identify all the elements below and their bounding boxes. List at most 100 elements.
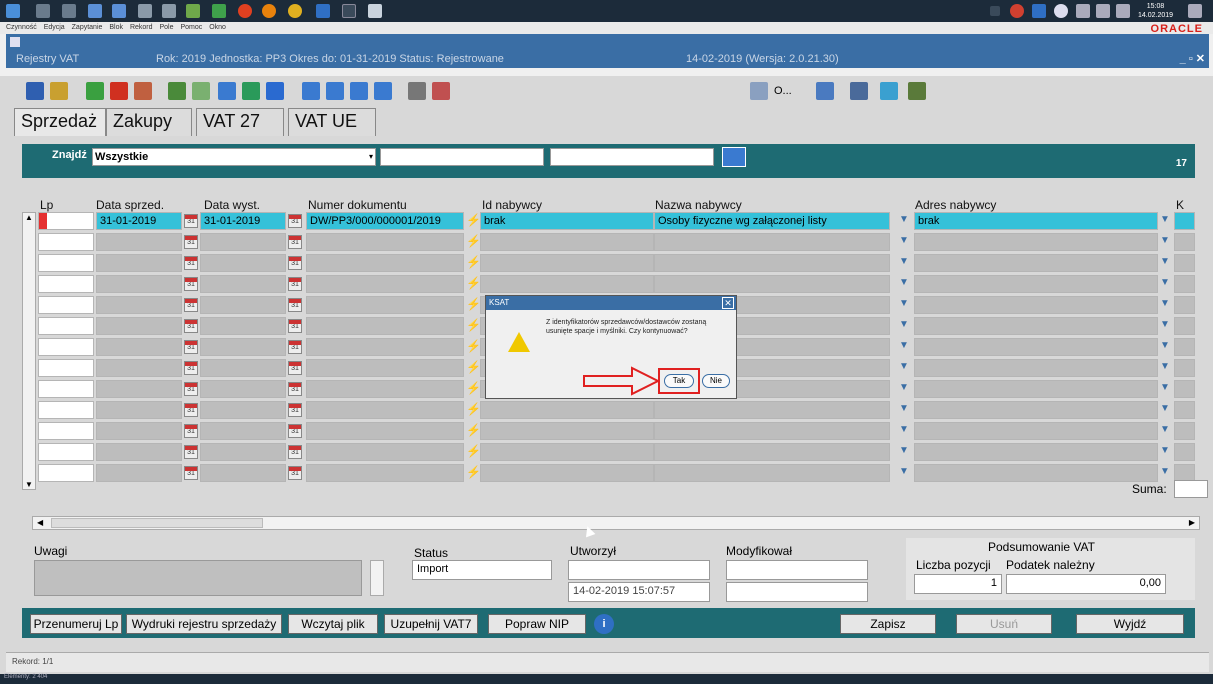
cell-data-wyst[interactable] bbox=[200, 401, 286, 419]
cell-data-wyst[interactable] bbox=[200, 380, 286, 398]
cell-nazwa[interactable] bbox=[654, 443, 890, 461]
tab-vat27[interactable]: VAT 27 bbox=[196, 108, 284, 136]
cell-numer[interactable] bbox=[306, 317, 464, 335]
calendar-icon[interactable]: 31 bbox=[288, 466, 302, 480]
cell-numer[interactable] bbox=[306, 380, 464, 398]
close-icon[interactable]: ✕ bbox=[722, 297, 734, 309]
cell-id-nabywcy[interactable] bbox=[480, 233, 654, 251]
chevron-down-icon[interactable]: ▼ bbox=[899, 422, 909, 438]
tray-icon[interactable] bbox=[1010, 4, 1024, 18]
cell-lp[interactable] bbox=[38, 296, 94, 314]
menu-item[interactable]: Edycja bbox=[44, 24, 65, 31]
cell-lp[interactable] bbox=[38, 422, 94, 440]
chevron-down-icon[interactable]: ▼ bbox=[899, 464, 909, 480]
tray-icon[interactable] bbox=[1076, 4, 1090, 18]
app-icon[interactable] bbox=[88, 4, 102, 18]
cell-data-wyst[interactable] bbox=[200, 443, 286, 461]
calendar-icon[interactable]: 31 bbox=[184, 403, 198, 417]
calendar-icon[interactable]: 31 bbox=[288, 340, 302, 354]
cell-k10[interactable] bbox=[1174, 212, 1195, 230]
cell-nazwa[interactable] bbox=[654, 464, 890, 482]
lightning-icon[interactable]: ⚡ bbox=[466, 317, 481, 333]
chevron-down-icon[interactable]: ▼ bbox=[1160, 359, 1170, 375]
chevron-down-icon[interactable]: ▼ bbox=[1160, 296, 1170, 312]
notification-icon[interactable] bbox=[1188, 4, 1202, 18]
calendar-icon[interactable]: 31 bbox=[288, 235, 302, 249]
add-record-icon[interactable] bbox=[86, 82, 104, 100]
calendar-icon[interactable]: 31 bbox=[288, 214, 302, 228]
chevron-down-icon[interactable]: ▼ bbox=[899, 359, 909, 375]
cell-numer[interactable] bbox=[306, 359, 464, 377]
cell-data-wyst[interactable] bbox=[200, 296, 286, 314]
calendar-icon[interactable]: 31 bbox=[288, 277, 302, 291]
cell-k10[interactable] bbox=[1174, 443, 1195, 461]
clear-field-icon[interactable] bbox=[168, 82, 186, 100]
chevron-down-icon[interactable]: ▼ bbox=[1160, 443, 1170, 459]
wyjdz-button[interactable]: Wyjdź bbox=[1076, 614, 1184, 634]
cell-data-sprzed[interactable] bbox=[96, 359, 182, 377]
lightning-icon[interactable]: ⚡ bbox=[466, 296, 481, 312]
cell-data-sprzed[interactable] bbox=[96, 275, 182, 293]
chevron-down-icon[interactable]: ▼ bbox=[1160, 212, 1170, 228]
tab-zakupy[interactable]: Zakupy bbox=[106, 108, 192, 136]
cell-data-wyst[interactable] bbox=[200, 359, 286, 377]
chevron-down-icon[interactable]: ▼ bbox=[899, 317, 909, 333]
cell-lp[interactable] bbox=[38, 401, 94, 419]
save-icon[interactable] bbox=[26, 82, 44, 100]
cell-k10[interactable] bbox=[1174, 338, 1195, 356]
cell-data-sprzed[interactable] bbox=[96, 296, 182, 314]
cell-k10[interactable] bbox=[1174, 296, 1195, 314]
menu-item[interactable]: Blok bbox=[109, 24, 123, 31]
cell-data-wyst[interactable] bbox=[200, 338, 286, 356]
cell-data-wyst[interactable] bbox=[200, 275, 286, 293]
wydruki-button[interactable]: Wydruki rejestru sprzedaży bbox=[126, 614, 282, 634]
cell-adres[interactable] bbox=[914, 422, 1158, 440]
query-icon[interactable] bbox=[218, 82, 236, 100]
clear-record-icon[interactable] bbox=[134, 82, 152, 100]
cell-adres[interactable] bbox=[914, 380, 1158, 398]
cell-k10[interactable] bbox=[1174, 401, 1195, 419]
chevron-down-icon[interactable]: ▼ bbox=[899, 212, 909, 228]
chevron-down-icon[interactable]: ▼ bbox=[1160, 275, 1170, 291]
clock[interactable]: 15:08 14.02.2019 bbox=[1138, 2, 1173, 20]
cell-id-nabywcy[interactable]: brak bbox=[480, 212, 654, 230]
previous-record-icon[interactable] bbox=[326, 82, 344, 100]
cell-data-wyst[interactable] bbox=[200, 422, 286, 440]
cell-nazwa[interactable] bbox=[654, 233, 890, 251]
chevron-down-icon[interactable]: ▼ bbox=[1160, 380, 1170, 396]
execute-query-icon[interactable] bbox=[242, 82, 260, 100]
calendar-icon[interactable]: 31 bbox=[288, 445, 302, 459]
lightning-icon[interactable]: ⚡ bbox=[466, 254, 481, 270]
table-row[interactable]: 31 31 ⚡ ▼ ▼ bbox=[22, 464, 1195, 482]
info-icon[interactable]: i bbox=[594, 614, 614, 634]
cell-numer[interactable]: DW/PP3/000/000001/2019 bbox=[306, 212, 464, 230]
cell-id-nabywcy[interactable] bbox=[480, 443, 654, 461]
cell-numer[interactable] bbox=[306, 401, 464, 419]
lightning-icon[interactable]: ⚡ bbox=[466, 443, 481, 459]
chevron-down-icon[interactable]: ▼ bbox=[899, 233, 909, 249]
close-form-icon[interactable] bbox=[908, 82, 926, 100]
chevron-down-icon[interactable]: ▼ bbox=[1160, 401, 1170, 417]
firefox-icon[interactable] bbox=[262, 4, 276, 18]
chrome-icon[interactable] bbox=[288, 4, 302, 18]
calendar-icon[interactable]: 31 bbox=[184, 361, 198, 375]
cell-lp[interactable] bbox=[38, 464, 94, 482]
cell-k10[interactable] bbox=[1174, 254, 1195, 272]
lightning-icon[interactable]: ⚡ bbox=[466, 380, 481, 396]
app-icon[interactable] bbox=[342, 4, 356, 18]
cell-numer[interactable] bbox=[306, 275, 464, 293]
cell-data-wyst[interactable]: 31-01-2019 bbox=[200, 212, 286, 230]
cell-data-sprzed[interactable] bbox=[96, 464, 182, 482]
calendar-icon[interactable]: 31 bbox=[184, 298, 198, 312]
app-icon[interactable] bbox=[186, 4, 200, 18]
find-input-1[interactable] bbox=[380, 148, 544, 166]
cell-adres[interactable] bbox=[914, 401, 1158, 419]
tray-icon[interactable] bbox=[1032, 4, 1046, 18]
uwagi-scrollbar[interactable] bbox=[370, 560, 384, 596]
cell-id-nabywcy[interactable] bbox=[480, 275, 654, 293]
cell-numer[interactable] bbox=[306, 338, 464, 356]
cell-adres[interactable] bbox=[914, 464, 1158, 482]
cell-lp[interactable] bbox=[38, 275, 94, 293]
cell-numer[interactable] bbox=[306, 296, 464, 314]
lightning-icon[interactable]: ⚡ bbox=[466, 212, 481, 228]
